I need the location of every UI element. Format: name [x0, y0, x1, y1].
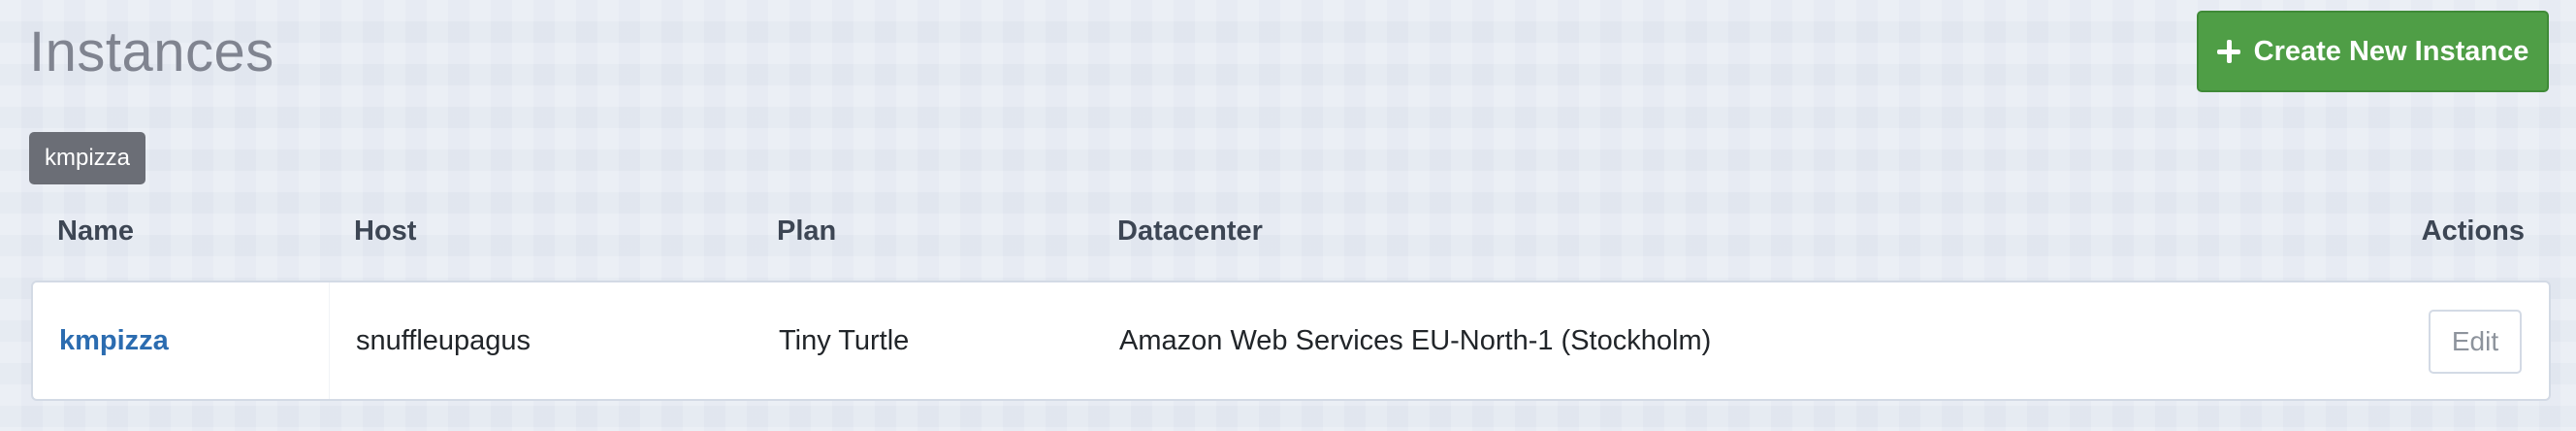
instance-name-link[interactable]: kmpizza — [59, 325, 169, 357]
page-title: Instances — [29, 20, 274, 83]
column-header-actions: Actions — [2421, 216, 2525, 247]
cell-name: kmpizza — [59, 282, 169, 399]
create-new-instance-button[interactable]: Create New Instance — [2197, 11, 2549, 92]
cell-plan: Tiny Turtle — [779, 324, 910, 356]
column-header-name[interactable]: Name — [57, 216, 134, 248]
table-header: Name Host Plan Datacenter Actions — [31, 206, 2551, 260]
plus-icon — [2216, 40, 2240, 63]
edit-button[interactable]: Edit — [2429, 310, 2522, 374]
create-new-instance-label: Create New Instance — [2253, 35, 2529, 67]
cell-host: snuffleupagus — [356, 324, 531, 356]
column-header-plan[interactable]: Plan — [777, 216, 836, 248]
column-divider — [329, 282, 330, 399]
cell-datacenter: Amazon Web Services EU-North-1 (Stockhol… — [1119, 324, 1712, 356]
table-row: kmpizza snuffleupagus Tiny Turtle Amazon… — [31, 281, 2551, 401]
column-header-host[interactable]: Host — [354, 216, 416, 248]
column-header-datacenter[interactable]: Datacenter — [1117, 216, 1263, 248]
filter-tag-badge[interactable]: kmpizza — [29, 132, 146, 184]
